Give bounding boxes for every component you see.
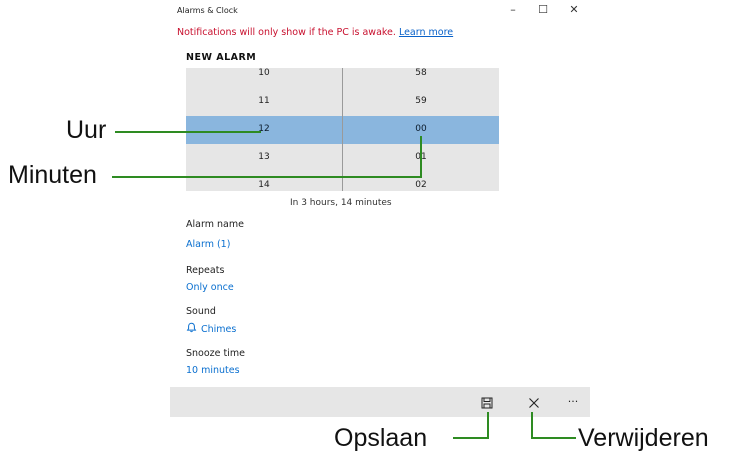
notification-text: Notifications will only show if the PC i… — [177, 27, 453, 38]
notification-message: Notifications will only show if the PC i… — [177, 27, 396, 38]
countdown-text: In 3 hours, 14 minutes — [290, 198, 392, 208]
minute-item[interactable]: 59 — [343, 96, 499, 106]
minute-item[interactable]: 02 — [343, 180, 499, 190]
sound-value: Chimes — [201, 324, 237, 335]
command-bar: ··· — [170, 387, 590, 417]
callout-line-opslaan — [453, 437, 489, 439]
callout-line-opslaan-vertical — [487, 412, 489, 439]
annotation-uur: Uur — [66, 116, 107, 144]
callout-line-verwijderen — [531, 437, 576, 439]
callout-line-uur — [115, 131, 261, 133]
callout-line-minuten — [112, 176, 422, 178]
time-picker[interactable]: 10 11 12 13 14 58 59 00 01 02 — [186, 68, 499, 191]
annotation-opslaan: Opslaan — [334, 424, 428, 452]
annotation-minuten: Minuten — [8, 161, 97, 189]
hour-column[interactable]: 10 11 12 13 14 — [186, 68, 342, 191]
delete-button[interactable] — [519, 387, 549, 417]
bell-icon — [186, 322, 197, 336]
minute-item-selected[interactable]: 00 — [343, 124, 499, 134]
sound-label: Sound — [186, 306, 216, 317]
more-button[interactable]: ··· — [558, 387, 588, 417]
close-window-button[interactable]: ✕ — [566, 3, 582, 17]
callout-line-verwijderen-vertical — [531, 412, 533, 439]
hour-item[interactable]: 14 — [186, 180, 342, 190]
hour-item[interactable]: 11 — [186, 96, 342, 106]
annotation-verwijderen: Verwijderen — [578, 424, 709, 452]
minimize-button[interactable]: – — [505, 3, 521, 17]
close-icon — [528, 392, 540, 411]
hour-item[interactable]: 13 — [186, 152, 342, 162]
app-title: Alarms & Clock — [177, 6, 238, 15]
more-icon: ··· — [567, 395, 579, 408]
hour-item[interactable]: 10 — [186, 68, 342, 78]
sound-selector[interactable]: Chimes — [186, 322, 236, 336]
repeats-label: Repeats — [186, 265, 225, 276]
maximize-button[interactable]: ☐ — [535, 3, 551, 17]
alarm-name-label: Alarm name — [186, 219, 244, 230]
save-icon — [481, 392, 493, 411]
snooze-value[interactable]: 10 minutes — [186, 365, 240, 376]
page-title: NEW ALARM — [186, 52, 257, 63]
callout-line-minuten-vertical — [420, 136, 422, 178]
snooze-label: Snooze time — [186, 348, 245, 359]
alarm-name-field[interactable]: Alarm (1) — [186, 239, 230, 250]
learn-more-link[interactable]: Learn more — [399, 27, 453, 38]
repeats-value[interactable]: Only once — [186, 282, 234, 293]
minute-item[interactable]: 58 — [343, 68, 499, 78]
